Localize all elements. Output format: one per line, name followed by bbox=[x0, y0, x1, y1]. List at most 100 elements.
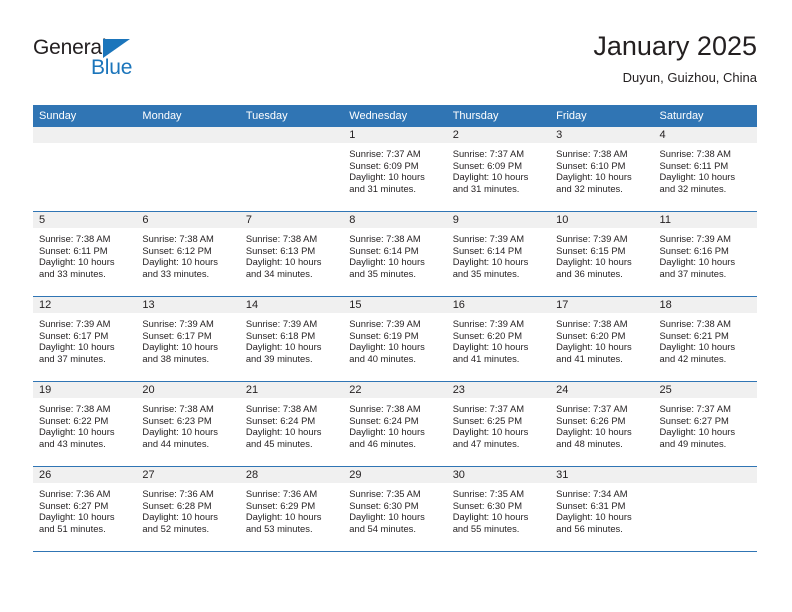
daylight-duration: Daylight: 10 hours and 44 minutes. bbox=[142, 426, 218, 449]
weekday-header-friday: Friday bbox=[550, 105, 654, 127]
calendar-day-cell[interactable]: 1 Sunrise: 7:37 AM Sunset: 6:09 PM Daylight… bbox=[343, 127, 447, 212]
calendar-day-cell[interactable]: 24 Sunrise: 7:37 AM Sunset: 6:26 PM Dayligh… bbox=[550, 381, 654, 467]
sunrise-time: Sunrise: 7:35 AM bbox=[349, 488, 421, 499]
calendar-week-row: 5 Sunrise: 7:38 AM Sunset: 6:11 PM Daylight… bbox=[33, 211, 757, 297]
daylight-duration: Daylight: 10 hours and 56 minutes. bbox=[556, 511, 632, 534]
day-details: Sunrise: 7:38 AM Sunset: 6:11 PM Daylight:… bbox=[654, 143, 757, 194]
calendar-day-cell[interactable]: 13 Sunrise: 7:39 AM Sunset: 6:17 PM Dayligh… bbox=[136, 296, 240, 382]
calendar-day-cell[interactable]: 22 Sunrise: 7:38 AM Sunset: 6:24 PM Dayligh… bbox=[343, 381, 447, 467]
daylight-duration: Daylight: 10 hours and 35 minutes. bbox=[349, 256, 425, 279]
sunrise-time: Sunrise: 7:39 AM bbox=[39, 318, 111, 329]
sunset-time: Sunset: 6:12 PM bbox=[142, 244, 212, 256]
daylight-duration: Daylight: 10 hours and 46 minutes. bbox=[349, 426, 425, 449]
sunrise-time: Sunrise: 7:39 AM bbox=[452, 318, 525, 329]
sunset-time: Sunset: 6:14 PM bbox=[349, 244, 419, 256]
calendar-day-cell[interactable]: 18 Sunrise: 7:38 AM Sunset: 6:21 PM Dayligh… bbox=[653, 296, 757, 382]
calendar-day-cell[interactable]: 15 Sunrise: 7:39 AM Sunset: 6:19 PM Dayligh… bbox=[343, 296, 447, 382]
sunrise-time: Sunrise: 7:39 AM bbox=[349, 318, 421, 329]
calendar-day-cell[interactable]: 20 Sunrise: 7:38 AM Sunset: 6:23 PM Dayligh… bbox=[136, 381, 240, 467]
day-details: Sunrise: 7:39 AM Sunset: 6:14 PM Daylight:… bbox=[447, 228, 550, 279]
calendar-day-cell[interactable]: 7 Sunrise: 7:38 AM Sunset: 6:13 PM Daylight… bbox=[239, 211, 344, 297]
calendar-day-cell[interactable]: 27 Sunrise: 7:36 AM Sunset: 6:28 PM Dayligh… bbox=[136, 466, 240, 552]
day-number: 9 bbox=[446, 212, 551, 228]
sunrise-time: Sunrise: 7:39 AM bbox=[556, 233, 628, 244]
day-details: Sunrise: 7:39 AM Sunset: 6:17 PM Daylight:… bbox=[136, 313, 239, 364]
calendar-day-cell[interactable]: 17 Sunrise: 7:38 AM Sunset: 6:20 PM Dayligh… bbox=[550, 296, 654, 382]
day-number: 4 bbox=[653, 127, 757, 143]
day-number: 22 bbox=[343, 382, 447, 398]
calendar-day-cell[interactable]: 8 Sunrise: 7:38 AM Sunset: 6:14 PM Daylight… bbox=[343, 211, 447, 297]
calendar-day-cell[interactable]: 21 Sunrise: 7:38 AM Sunset: 6:24 PM Dayligh… bbox=[239, 381, 344, 467]
general-blue-logo[interactable]: General Blue bbox=[33, 36, 233, 88]
calendar-day-cell[interactable]: 11 Sunrise: 7:39 AM Sunset: 6:16 PM Dayligh… bbox=[653, 211, 757, 297]
calendar-day-cell[interactable]: 12 Sunrise: 7:39 AM Sunset: 6:17 PM Dayligh… bbox=[33, 296, 137, 382]
calendar-day-cell-empty bbox=[33, 127, 137, 212]
sunrise-time: Sunrise: 7:38 AM bbox=[142, 233, 214, 244]
sunrise-time: Sunrise: 7:38 AM bbox=[142, 403, 214, 414]
calendar-day-cell[interactable]: 5 Sunrise: 7:38 AM Sunset: 6:11 PM Daylight… bbox=[33, 211, 137, 297]
day-details: Sunrise: 7:39 AM Sunset: 6:17 PM Daylight:… bbox=[33, 313, 136, 364]
day-details: Sunrise: 7:37 AM Sunset: 6:27 PM Daylight:… bbox=[654, 398, 757, 449]
day-number: 28 bbox=[239, 467, 344, 483]
title-block: January 2025 Duyun, Guizhou, China bbox=[593, 30, 757, 88]
calendar-day-cell[interactable]: 28 Sunrise: 7:36 AM Sunset: 6:29 PM Dayligh… bbox=[239, 466, 344, 552]
day-number bbox=[239, 127, 344, 143]
sunset-time: Sunset: 6:16 PM bbox=[659, 244, 729, 256]
day-number: 17 bbox=[550, 297, 654, 313]
page-header: General Blue January 2025 Duyun, Guizhou… bbox=[33, 30, 757, 102]
logo-text-blue: Blue bbox=[91, 56, 133, 79]
sunset-time: Sunset: 6:24 PM bbox=[245, 414, 316, 426]
calendar-day-cell[interactable]: 30 Sunrise: 7:35 AM Sunset: 6:30 PM Dayligh… bbox=[446, 466, 551, 552]
sunset-time: Sunset: 6:30 PM bbox=[349, 499, 419, 511]
day-details: Sunrise: 7:38 AM Sunset: 6:11 PM Daylight:… bbox=[33, 228, 136, 279]
page-subtitle: Duyun, Guizhou, China bbox=[622, 70, 757, 85]
day-details: Sunrise: 7:37 AM Sunset: 6:25 PM Daylight:… bbox=[447, 398, 550, 449]
calendar-day-cell[interactable]: 14 Sunrise: 7:39 AM Sunset: 6:18 PM Dayligh… bbox=[239, 296, 344, 382]
sunrise-time: Sunrise: 7:36 AM bbox=[142, 488, 214, 499]
calendar-day-cell[interactable]: 25 Sunrise: 7:37 AM Sunset: 6:27 PM Dayligh… bbox=[653, 381, 757, 467]
day-number: 25 bbox=[653, 382, 757, 398]
calendar-day-cell[interactable]: 16 Sunrise: 7:39 AM Sunset: 6:20 PM Dayligh… bbox=[446, 296, 551, 382]
day-details: Sunrise: 7:39 AM Sunset: 6:15 PM Daylight:… bbox=[550, 228, 653, 279]
weekday-header-wednesday: Wednesday bbox=[343, 105, 447, 127]
day-number: 12 bbox=[33, 297, 137, 313]
calendar-day-cell[interactable]: 10 Sunrise: 7:39 AM Sunset: 6:15 PM Dayligh… bbox=[550, 211, 654, 297]
sunset-time: Sunset: 6:09 PM bbox=[452, 159, 522, 171]
sunrise-time: Sunrise: 7:36 AM bbox=[39, 488, 111, 499]
calendar-day-cell[interactable]: 29 Sunrise: 7:35 AM Sunset: 6:30 PM Dayligh… bbox=[343, 466, 447, 552]
day-number: 11 bbox=[653, 212, 757, 228]
sunset-time: Sunset: 6:20 PM bbox=[556, 329, 626, 341]
day-number: 16 bbox=[446, 297, 551, 313]
calendar-day-cell[interactable]: 3 Sunrise: 7:38 AM Sunset: 6:10 PM Daylight… bbox=[550, 127, 654, 212]
calendar-week-row: 1 Sunrise: 7:37 AM Sunset: 6:09 PM Daylight… bbox=[33, 127, 757, 212]
day-number: 29 bbox=[343, 467, 447, 483]
day-number: 8 bbox=[343, 212, 447, 228]
calendar-day-cell[interactable]: 4 Sunrise: 7:38 AM Sunset: 6:11 PM Daylight… bbox=[653, 127, 757, 212]
calendar-day-cell[interactable]: 2 Sunrise: 7:37 AM Sunset: 6:09 PM Daylight… bbox=[446, 127, 551, 212]
day-number: 10 bbox=[550, 212, 654, 228]
day-details: Sunrise: 7:39 AM Sunset: 6:18 PM Daylight:… bbox=[240, 313, 343, 364]
sunset-time: Sunset: 6:27 PM bbox=[39, 499, 109, 511]
sunset-time: Sunset: 6:20 PM bbox=[452, 329, 522, 341]
calendar-day-cell[interactable]: 23 Sunrise: 7:37 AM Sunset: 6:25 PM Dayligh… bbox=[446, 381, 551, 467]
day-number: 3 bbox=[550, 127, 654, 143]
calendar-day-cell[interactable]: 19 Sunrise: 7:38 AM Sunset: 6:22 PM Dayligh… bbox=[33, 381, 137, 467]
calendar-week-row: 26 Sunrise: 7:36 AM Sunset: 6:27 PM Dayligh… bbox=[33, 466, 757, 552]
calendar-day-cell[interactable]: 6 Sunrise: 7:38 AM Sunset: 6:12 PM Daylight… bbox=[136, 211, 240, 297]
calendar-day-cell[interactable]: 26 Sunrise: 7:36 AM Sunset: 6:27 PM Dayligh… bbox=[33, 466, 137, 552]
sunrise-time: Sunrise: 7:38 AM bbox=[245, 233, 318, 244]
daylight-duration: Daylight: 10 hours and 52 minutes. bbox=[142, 511, 218, 534]
day-details: Sunrise: 7:38 AM Sunset: 6:10 PM Daylight:… bbox=[550, 143, 653, 194]
sunrise-time: Sunrise: 7:37 AM bbox=[452, 403, 525, 414]
day-details: Sunrise: 7:39 AM Sunset: 6:20 PM Daylight:… bbox=[447, 313, 550, 364]
page-title: January 2025 bbox=[593, 31, 757, 61]
calendar-day-cell[interactable]: 31 Sunrise: 7:34 AM Sunset: 6:31 PM Dayligh… bbox=[550, 466, 654, 552]
sunset-time: Sunset: 6:13 PM bbox=[245, 244, 316, 256]
day-number: 21 bbox=[239, 382, 344, 398]
sunset-time: Sunset: 6:21 PM bbox=[659, 329, 729, 341]
day-details: Sunrise: 7:37 AM Sunset: 6:09 PM Daylight:… bbox=[343, 143, 446, 194]
sunrise-time: Sunrise: 7:38 AM bbox=[349, 403, 421, 414]
day-details: Sunrise: 7:37 AM Sunset: 6:26 PM Daylight:… bbox=[550, 398, 653, 449]
calendar-day-cell[interactable]: 9 Sunrise: 7:39 AM Sunset: 6:14 PM Daylight… bbox=[446, 211, 551, 297]
day-number: 23 bbox=[446, 382, 551, 398]
